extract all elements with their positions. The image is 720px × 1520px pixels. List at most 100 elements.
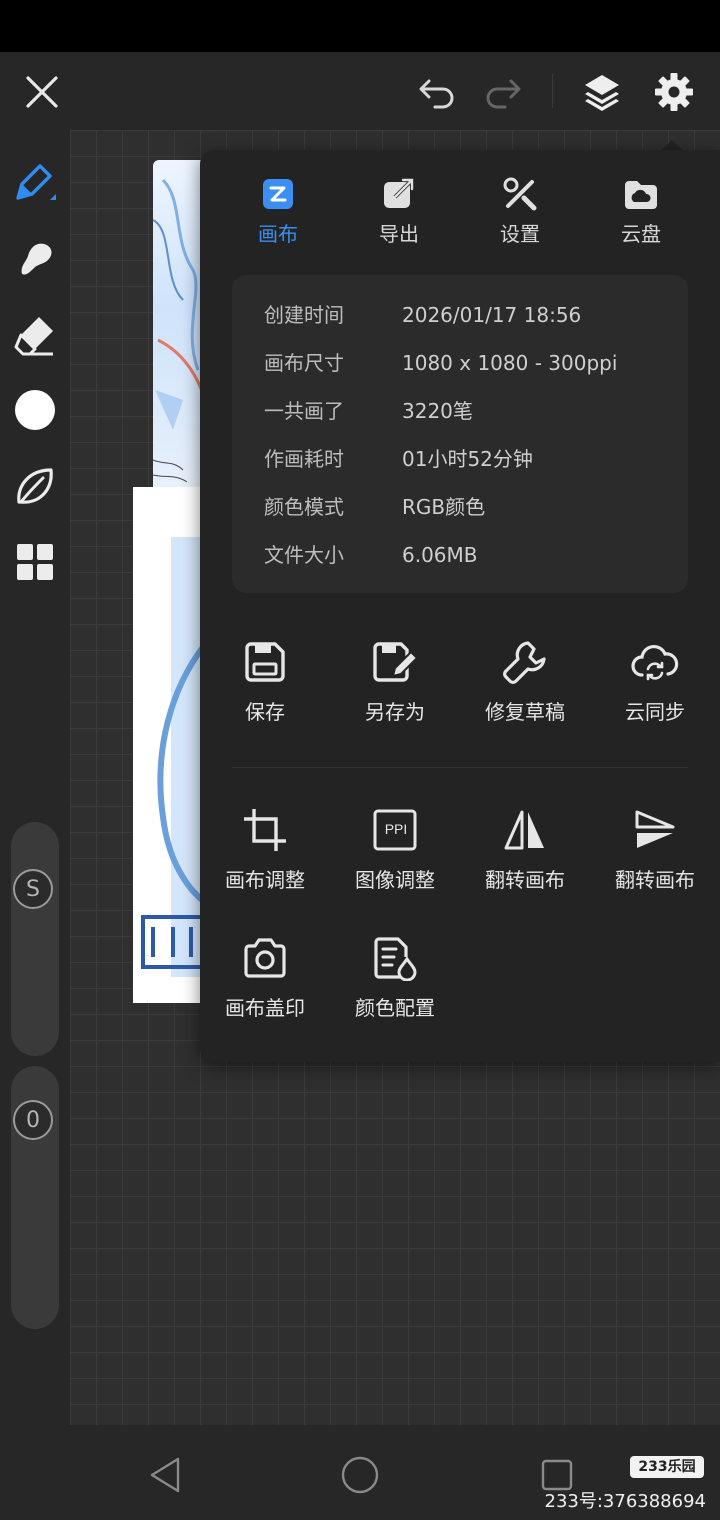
info-row-strokes: 一共画了 3220笔 [264,395,473,424]
repair-draft-button[interactable]: 修复草稿 [460,638,590,725]
tab-settings[interactable]: 设置 [470,174,570,247]
color-config-icon [374,937,417,981]
info-value: 2026/01/17 18:56 [402,303,582,327]
info-value: RGB颜色 [402,495,486,519]
action-label: 修复草稿 [485,700,565,724]
wrench-icon [503,641,546,684]
export-icon [384,178,414,208]
layers-icon [585,75,619,111]
action-label: 翻转画布 [615,868,695,892]
action-label: 保存 [245,700,285,724]
flip-canvas-vertical-button[interactable]: 翻转画布 [590,806,720,893]
tool-brush[interactable] [10,158,60,208]
tool-eraser[interactable] [10,310,60,360]
status-bar [0,0,720,52]
tab-export[interactable]: 导出 [349,174,449,247]
brush-size-knob[interactable]: S [13,869,53,909]
tab-label: 画布 [258,222,298,246]
canvas-stamp-button[interactable]: 画布盖印 [200,934,330,1021]
tool-more[interactable] [10,537,60,587]
undo-icon [419,79,454,109]
save-as-button[interactable]: 另存为 [330,638,460,725]
flip-canvas-horizontal-button[interactable]: 翻转画布 [460,806,590,893]
tools-icon [503,177,537,211]
info-row-canvas-size: 画布尺寸 1080 x 1080 - 300ppi [264,347,617,376]
save-icon [245,642,285,682]
redo-icon [486,79,521,109]
info-row-time: 作画耗时 01小时52分钟 [264,443,533,472]
info-key: 文件大小 [264,543,344,567]
info-row-color-mode: 颜色模式 RGB颜色 [264,491,485,520]
info-value: 3220笔 [402,399,473,423]
info-key: 作画耗时 [264,447,344,471]
save-button[interactable]: 保存 [200,638,330,725]
action-label: 图像调整 [355,868,435,892]
action-label: 翻转画布 [485,868,565,892]
home-circle-icon [341,1456,379,1494]
close-button[interactable] [18,68,66,116]
nav-home-button[interactable] [335,1455,385,1495]
left-toolbar: S 0 [0,130,70,1425]
info-value: 1080 x 1080 - 300ppi [402,351,618,375]
nav-back-button[interactable] [140,1455,190,1495]
action-label: 画布盖印 [225,996,305,1020]
tab-cloud-drive[interactable]: 云盘 [591,174,691,247]
brush-size-label: S [26,876,40,902]
leaf-icon [17,468,53,504]
tab-label: 云盘 [621,222,661,246]
info-key: 一共画了 [264,399,344,423]
pen-icon [16,164,56,200]
panel-divider [232,767,688,768]
camera-icon [244,938,286,978]
redo-button[interactable] [478,70,528,114]
smudge-icon [21,243,52,275]
color-config-button[interactable]: 颜色配置 [330,934,460,1021]
save-as-icon [373,642,419,682]
back-triangle-icon [150,1457,180,1493]
color-dot-icon [15,390,55,430]
top-bar [0,52,720,130]
action-label: 颜色配置 [355,996,435,1020]
action-label: 画布调整 [225,868,305,892]
close-icon [26,76,58,108]
canvas-settings-panel: 画布 导出 设置 云盘 创建时间 2026/01/17 18:56 画布尺寸 1… [200,150,720,1062]
info-key: 创建时间 [264,303,344,327]
image-adjust-button[interactable]: 图像调整 [330,806,460,893]
tab-label: 设置 [500,222,540,246]
cloud-drive-icon [625,181,657,209]
flip-horizontal-icon [504,810,544,850]
ppi-icon-text: PPI [384,821,408,837]
tool-smudge[interactable] [10,234,60,284]
opacity-knob[interactable]: 0 [13,1100,53,1140]
canvas-tab-icon [263,179,293,209]
crop-icon [244,809,286,851]
flip-vertical-icon [635,810,675,848]
cloud-sync-button[interactable]: 云同步 [590,638,720,725]
tab-canvas[interactable]: 画布 [228,174,328,247]
eraser-icon [14,317,53,356]
settings-button[interactable] [648,66,700,118]
info-row-file-size: 文件大小 6.06MB [264,539,478,568]
tool-leaf[interactable] [10,461,60,511]
info-key: 画布尺寸 [264,351,344,375]
top-divider [552,74,553,108]
cloud-sync-icon [631,644,679,681]
tab-label: 导出 [379,222,419,246]
info-row-created: 创建时间 2026/01/17 18:56 [264,299,581,328]
grid-icon [17,544,53,580]
watermark-badge: 233乐园 [630,1456,704,1478]
canvas-adjust-button[interactable]: 画布调整 [200,806,330,893]
info-value: 01小时52分钟 [402,447,533,471]
gear-icon [655,73,693,111]
action-label: 云同步 [625,700,685,724]
brush-size-slider[interactable] [11,822,59,1056]
info-key: 颜色模式 [264,495,344,519]
canvas-info-card: 创建时间 2026/01/17 18:56 画布尺寸 1080 x 1080 - 3… [232,275,688,593]
undo-button[interactable] [412,70,462,114]
opacity-label: 0 [26,1107,40,1133]
info-value: 6.06MB [402,543,478,567]
action-label: 另存为 [365,700,425,724]
watermark-text: 233号:376388694 [544,1491,707,1512]
tool-color[interactable] [10,385,60,435]
layers-button[interactable] [576,68,628,116]
